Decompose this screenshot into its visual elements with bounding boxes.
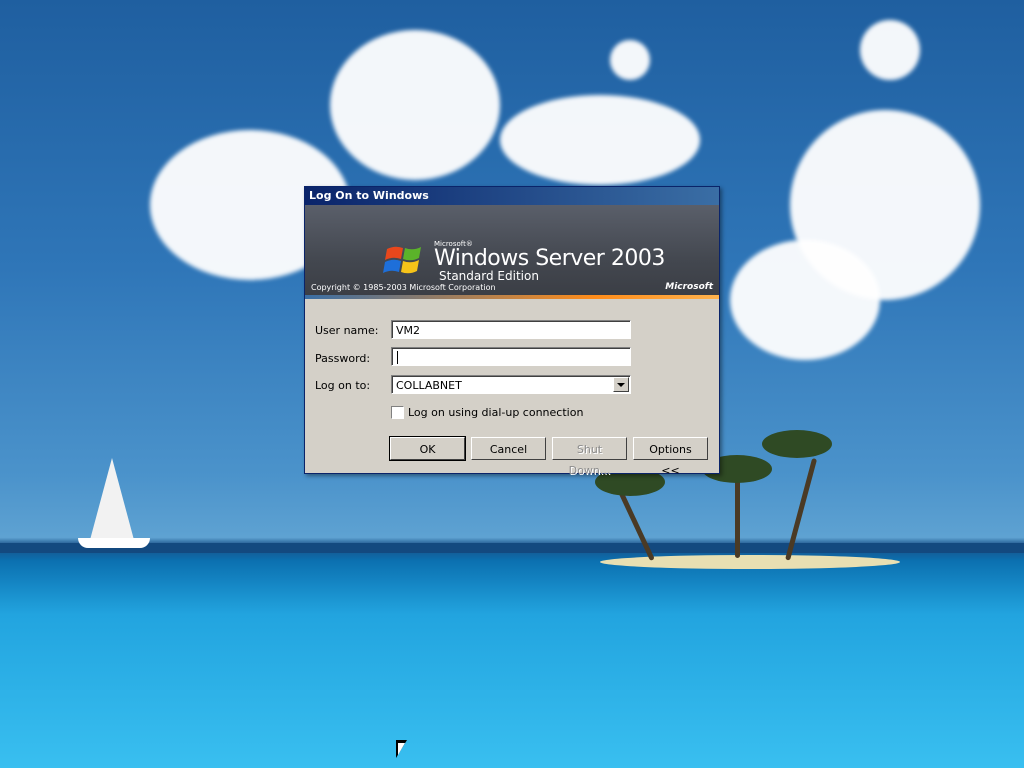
windows-logo-icon [383, 246, 421, 274]
sailboat-hull [78, 538, 150, 548]
cloud [730, 240, 880, 360]
username-label: User name: [315, 324, 379, 337]
text-caret [397, 351, 398, 364]
product-edition: Standard Edition [439, 269, 539, 283]
product-name: Windows Server 2003 [434, 246, 665, 271]
shutdown-button[interactable]: Shut Down... [552, 437, 627, 477]
options-button[interactable]: Options << [633, 437, 708, 477]
sailboat-sail [90, 458, 134, 540]
dropdown-button[interactable] [613, 377, 629, 392]
ok-button[interactable]: OK [389, 436, 466, 461]
cancel-button[interactable]: Cancel [471, 437, 546, 460]
palm-tree [735, 470, 740, 558]
logon-dialog: Log On to Windows Microsoft® Windows Ser… [304, 186, 720, 477]
password-input[interactable] [391, 347, 631, 366]
horizon [0, 543, 1024, 553]
logon-to-label: Log on to: [315, 379, 371, 392]
dialup-label[interactable]: Log on using dial-up connection [408, 406, 583, 419]
combo-arrow-icon [617, 382, 625, 387]
cloud [610, 40, 650, 80]
logon-to-dropdown[interactable]: COLLABNET [391, 375, 631, 394]
banner-accent-stripe [305, 295, 719, 299]
palm-leaves [762, 430, 832, 458]
cloud [860, 20, 920, 80]
dialup-checkbox[interactable] [391, 406, 404, 419]
password-label: Password: [315, 352, 371, 365]
dialog-titlebar[interactable]: Log On to Windows [305, 187, 719, 205]
copyright-text: Copyright © 1985-2003 Microsoft Corporat… [311, 283, 496, 292]
island [600, 555, 900, 569]
microsoft-brand: Microsoft [665, 282, 713, 292]
username-input[interactable]: VM2 [391, 320, 631, 339]
cloud [330, 30, 500, 180]
logon-to-value: COLLABNET [396, 379, 462, 392]
mouse-cursor-fill [398, 743, 405, 755]
cloud [500, 95, 700, 185]
